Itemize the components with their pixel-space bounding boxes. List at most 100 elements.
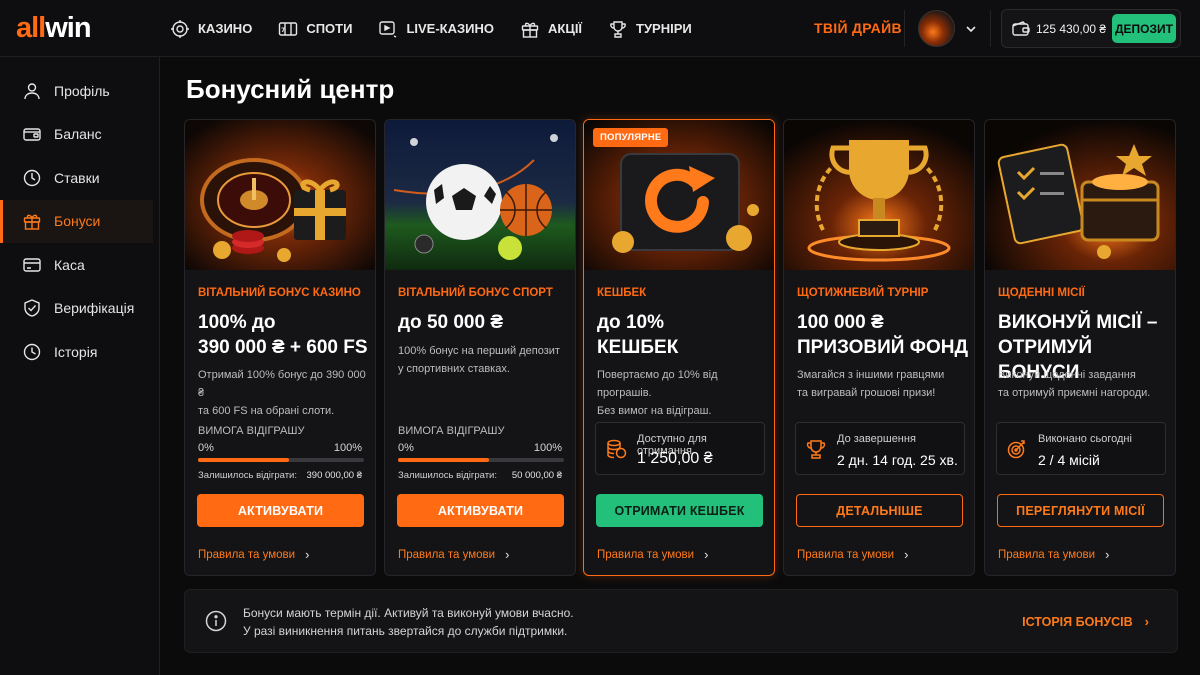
card-title-line: ПРИЗОВИЙ ФОНД [797,337,968,358]
nav-slots[interactable]: 7 СПОТИ [278,19,352,39]
shield-icon [24,299,40,317]
chevron-right-icon: › [704,547,709,562]
sidebar-item-verification[interactable]: Верифікація [0,287,153,331]
info-label: Виконано сьогодні [1038,433,1132,445]
activate-button[interactable]: АКТИВУВАТИ [397,494,564,527]
claim-cashback-button[interactable]: ОТРИМАТИ КЕШБЕК [596,494,763,527]
info-value: 2 дн. 14 год. 25 хв. [837,452,958,468]
nav-casino-label: КАЗИНО [198,21,253,36]
wagering-max: 100% [333,442,362,454]
card-icon [23,258,41,272]
chevron-right-icon: › [1105,547,1110,562]
card-description: 100% бонус на перший депозит у спортивни… [398,342,568,378]
rules-link-label: Правила та умови [198,548,296,561]
card-title-line: до 10% [597,312,664,333]
wallet-icon [23,128,41,141]
rules-link[interactable]: Правила та умови › [797,547,908,562]
nav-promotions-label: АКЦІЇ [548,21,583,36]
card-description-line: Виконуй щоденні завдання [998,369,1136,381]
header-divider [990,10,991,47]
live-icon [379,20,397,38]
slots-icon: 7 [279,21,298,36]
clock-icon [23,343,41,360]
remaining-label: Залишилось відіграти: [398,470,498,481]
balance-widget: 125 430,00 ₴ ДЕПОЗИТ [1001,9,1181,48]
activate-button[interactable]: АКТИВУВАТИ [197,494,364,527]
bonus-history-link[interactable]: ІСТОРІЯ БОНУСІВ › [1022,614,1149,629]
sidebar-item-bonuses[interactable]: Бонуси [0,199,153,243]
bonus-card-tournament: ЩОТИЖНЕВИЙ ТУРНІР 100 000 ₴ ПРИЗОВИЙ ФОН… [783,119,975,576]
progress-fill [398,458,490,462]
sidebar-item-history[interactable]: Історія [0,330,153,374]
sidebar-item-label: Історія [54,343,98,360]
card-description: Отримай 100% бонус до 390 000 ₴ та 600 F… [198,366,368,420]
wagering-max: 100% [533,442,562,454]
card-title-line: 100 000 ₴ [797,312,884,333]
main-nav: КАЗИНО 7 СПОТИ LIVE-КАЗИНО АКЦІЇ ТУРНІРИ [170,0,692,57]
rules-link[interactable]: Правила та умови › [998,547,1109,562]
sport-balls-image [385,120,575,270]
view-missions-button[interactable]: ПЕРЕГЛЯНУТИ МІСІЇ [997,494,1164,527]
sidebar-item-bets[interactable]: Ставки [0,156,153,200]
card-description-line: Повертаємо до 10% від програшів. [597,369,718,399]
header-divider [904,10,905,47]
logo-part-win: win [45,12,91,44]
card-description: Змагайся з іншими гравцями та вигравай г… [797,366,967,402]
gift-icon [23,214,41,230]
card-title-line: до 50 000 ₴ [398,312,504,333]
avatar[interactable] [918,10,955,47]
trophy-image [784,120,974,270]
card-description-line: Змагайся з іншими гравцями [797,369,945,381]
page-title: Бонусний центр [186,74,395,104]
deposit-button[interactable]: ДЕПОЗИТ [1112,14,1176,43]
sidebar-item-label: Верифікація [54,300,135,317]
nav-tournaments[interactable]: ТУРНІРИ [608,19,692,39]
nav-promotions[interactable]: АКЦІЇ [520,19,582,39]
chevron-right-icon: › [505,547,510,562]
card-description-line: 100% бонус на перший депозит [398,345,560,357]
chevron-right-icon: › [904,547,909,562]
details-button[interactable]: ДЕТАЛЬНІШЕ [796,494,963,527]
sidebar-item-cashier[interactable]: Каса [0,243,153,287]
wagering-min: 0% [398,442,414,454]
bonus-notice: Бонуси мають термін дії. Активуй та вико… [184,589,1178,653]
bonus-card-sport: ВІТАЛЬНИЙ БОНУС СПОРТ до 50 000 ₴ 100% б… [384,119,576,576]
bonus-cards: ВІТАЛЬНИЙ БОНУС КАЗИНО 100% до 390 000 ₴… [184,119,1178,576]
top-bar: allwin КАЗИНО 7 СПОТИ LIVE-КАЗИНО АКЦІЇ … [0,0,1200,57]
popular-badge: ПОПУЛЯРНЕ [593,128,669,147]
sidebar: Профіль Баланс Ставки Бонуси Каса Верифі… [0,57,160,675]
rules-link[interactable]: Правила та умови › [597,547,708,562]
chevron-down-icon [966,25,976,32]
card-description-line: Без вимог на відіграш. [597,405,712,417]
nav-live-casino[interactable]: LIVE-КАЗИНО [378,19,494,39]
card-category: ЩОТИЖНЕВИЙ ТУРНІР [797,287,929,299]
allwin-logo[interactable]: allwin [16,12,92,45]
sidebar-item-label: Каса [54,256,85,273]
target-icon [1007,440,1025,459]
remaining-value: 390 000,00 ₴ [306,470,362,481]
your-drive-link[interactable]: ТВІЙ ДРАЙВ [814,20,902,36]
card-description-line: та отримуй приємні нагороди. [998,387,1151,399]
sidebar-item-balance[interactable]: Баланс [0,113,153,157]
info-label: До завершення [837,433,916,445]
notice-text: У разі виникнення питань звертайся до сл… [243,624,568,638]
sidebar-item-profile[interactable]: Профіль [0,69,153,113]
card-category: КЕШБЕК [597,287,647,299]
bonus-card-missions: ЩОДЕННІ МІСІЇ ВИКОНУЙ МІСІЇ – ОТРИМУЙ БО… [984,119,1176,576]
rules-link[interactable]: Правила та умови › [198,547,309,562]
bonus-card-casino: ВІТАЛЬНИЙ БОНУС КАЗИНО 100% до 390 000 ₴… [184,119,376,576]
user-icon [24,83,40,99]
wagering-progress-bar [198,458,364,462]
info-value: 2 / 4 місій [1038,452,1100,468]
nav-casino[interactable]: КАЗИНО [170,19,252,39]
nav-tournaments-label: ТУРНІРИ [636,21,692,36]
user-menu[interactable] [918,10,977,47]
card-title: до 50 000 ₴ [398,310,503,335]
card-description-line: Отримай 100% бонус до 390 000 ₴ [198,369,366,399]
coins-icon [607,439,627,459]
card-title: до 10% КЕШБЕК [597,310,678,360]
card-category: ЩОДЕННІ МІСІЇ [998,287,1085,299]
rules-link[interactable]: Правила та умови › [398,547,509,562]
wagering-label: ВИМОГА ВІДІГРАШУ [198,425,305,437]
bonus-card-cashback: ПОПУЛЯРНЕ КЕШБЕК до 10% КЕШБЕК Повертаєм… [583,119,775,576]
